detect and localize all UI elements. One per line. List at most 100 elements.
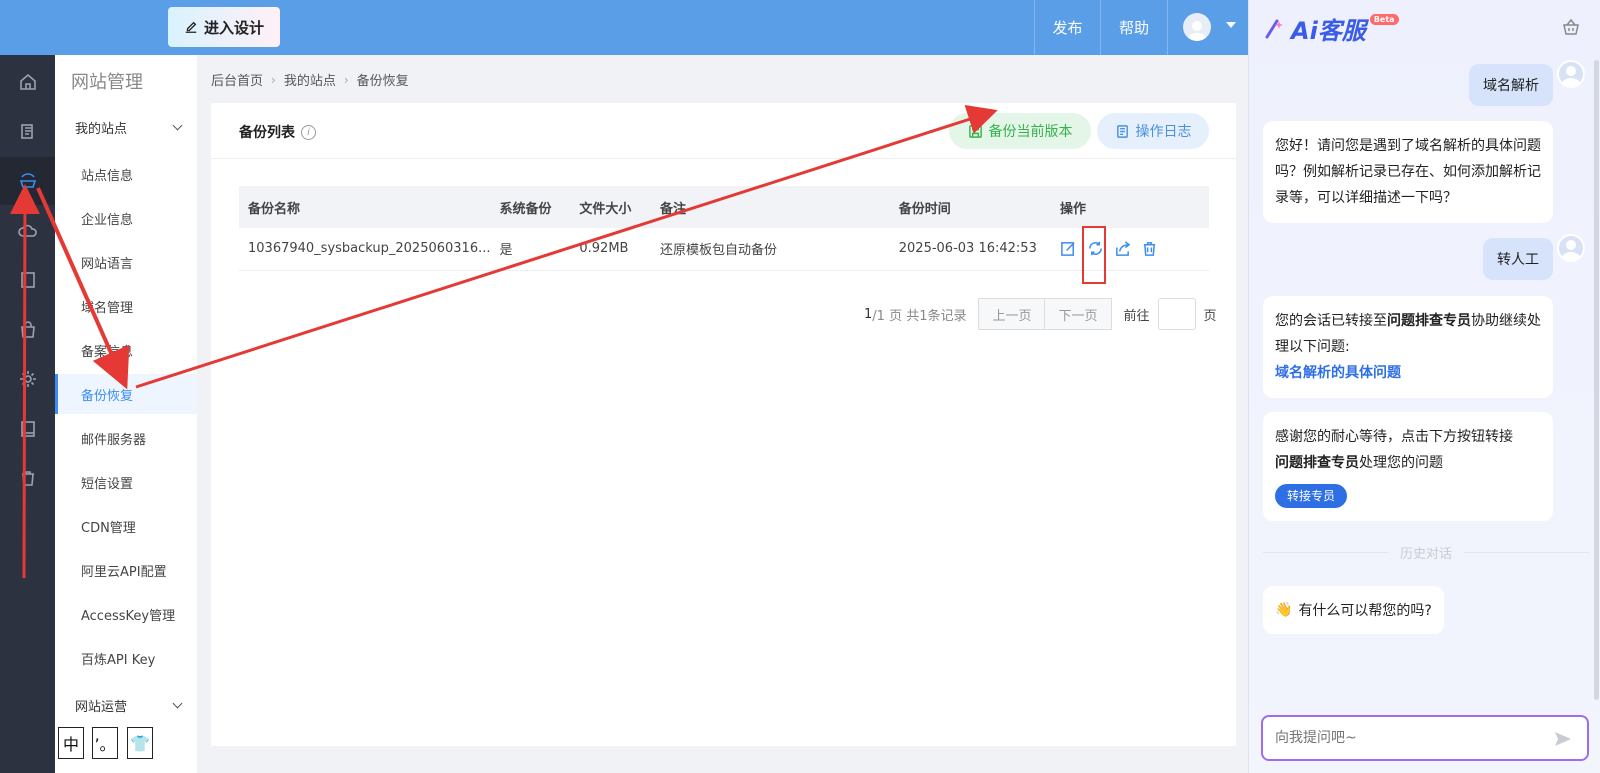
sidebar-item-cdn[interactable]: CDN管理: [55, 506, 198, 546]
user-message-text: 转人工: [1497, 252, 1539, 268]
chat-clear-button[interactable]: [1561, 17, 1581, 41]
publish-button[interactable]: 发布: [1034, 0, 1100, 55]
user-message: 转人工: [1483, 238, 1553, 280]
publish-label: 发布: [1052, 19, 1083, 37]
cell-backup-time: 2025-06-03 16:42:53: [889, 228, 1051, 271]
basket-icon: [1563, 18, 1579, 35]
operation-log-label: 操作日志: [1135, 124, 1192, 140]
bot-message: 您的会话已转接至问题排查专员协助继续处理以下问题: 域名解析的具体问题: [1263, 296, 1553, 398]
next-page-button[interactable]: 下一页: [1045, 298, 1112, 330]
sidebar-item-accesskey[interactable]: AccessKey管理: [55, 594, 198, 634]
rail-book[interactable]: [0, 256, 55, 304]
edit-icon: [185, 21, 197, 33]
bot-text: 处理您的问题: [1359, 455, 1443, 471]
rail-pages[interactable]: [0, 108, 55, 156]
rail-settings[interactable]: [0, 355, 55, 403]
col-header-size: 文件大小: [570, 186, 651, 228]
cell-backup-name: 10367940_sysbackup_2025060316...: [239, 228, 491, 271]
group-site-ops[interactable]: 网站运营: [75, 695, 185, 715]
rail-cloud[interactable]: [0, 207, 55, 255]
card-title: 备份列表 i: [239, 122, 316, 142]
pagination: 1 /1 页 共1条记录 上一页 下一页 前往 页: [864, 298, 1217, 330]
sidebar-item-label: 百炼API Key: [81, 652, 156, 668]
lang-box-punct[interactable]: ’。: [92, 727, 118, 759]
chat-input[interactable]: [1275, 730, 1535, 746]
sidebar-item-aliyun-api[interactable]: 阿里云API配置: [55, 550, 198, 590]
sidebar-item-company-info[interactable]: 企业信息: [55, 198, 198, 238]
enter-design-button[interactable]: 进入设计: [168, 7, 280, 47]
sidebar-item-icp[interactable]: 备案信息: [55, 330, 198, 370]
group-site-ops-label: 网站运营: [75, 699, 128, 715]
save-icon: [968, 124, 982, 138]
trash-icon[interactable]: [1141, 240, 1158, 257]
col-header-actions: 操作: [1050, 186, 1209, 228]
chat-brand: Ai客服 Beta: [1263, 11, 1399, 46]
backup-current-button[interactable]: 备份当前版本: [949, 113, 1091, 149]
user-icon: [1187, 21, 1207, 41]
sidebar-item-label: 邮件服务器: [81, 432, 147, 448]
chevron-down-icon[interactable]: [1226, 22, 1236, 28]
sidebar-item-bailian-key[interactable]: 百炼API Key: [55, 638, 198, 678]
sparkle-icon: [1265, 19, 1283, 38]
bot-greeting-text: 有什么可以帮您的吗?: [1298, 603, 1432, 619]
operation-log-button[interactable]: 操作日志: [1097, 113, 1209, 149]
prev-page-button[interactable]: 上一页: [978, 298, 1046, 330]
rail-bag[interactable]: [0, 306, 55, 354]
restore-highlight-box: [1082, 226, 1106, 284]
sidebar-item-label: 域名管理: [81, 300, 134, 316]
pages-icon: [20, 124, 33, 139]
share-icon[interactable]: [1114, 240, 1131, 257]
current-page: 1: [864, 306, 873, 322]
user-icon: [1561, 240, 1581, 260]
cell-file-size: 0.92MB: [570, 228, 651, 271]
bot-message: 感谢您的耐心等待，点击下方按钮转接 问题排查专员处理您的问题 转接专员: [1263, 412, 1553, 521]
bot-message: 您好！请问您是遇到了域名解析的具体问题吗？例如解析记录已存在、如何添加解析记录等…: [1263, 121, 1553, 223]
goto-page-input[interactable]: [1157, 298, 1196, 330]
rail-trash[interactable]: [0, 454, 55, 502]
history-label: 历史对话: [1400, 547, 1453, 562]
edit-icon[interactable]: [1060, 240, 1077, 257]
document-icon: [1116, 124, 1128, 138]
ai-chat-panel: Ai客服 Beta 域名解析 您好！请问您是遇到了域名解析的具体问题吗？例如解析…: [1248, 0, 1600, 773]
table-header-row: 备份名称 系统备份 文件大小 备注 备份时间 操作: [239, 186, 1209, 228]
sidebar-item-mail-server[interactable]: 邮件服务器: [55, 418, 198, 458]
sidebar-item-label: AccessKey管理: [81, 608, 176, 624]
sidebar-item-site-language[interactable]: 网站语言: [55, 242, 198, 282]
cell-actions: [1050, 228, 1209, 271]
sidebar-item-label: 备份恢复: [81, 388, 134, 404]
breadcrumb-home[interactable]: 后台首页: [211, 70, 263, 89]
lang-box-skin[interactable]: 👕: [127, 727, 153, 759]
chat-scrollbar[interactable]: [1594, 60, 1599, 700]
rail-home[interactable]: [0, 58, 55, 106]
send-icon[interactable]: [1553, 729, 1573, 749]
enter-design-label: 进入设计: [203, 18, 264, 37]
sidebar-item-backup[interactable]: 备份恢复: [55, 374, 198, 414]
sidebar-item-label: 站点信息: [81, 168, 134, 184]
issue-link[interactable]: 域名解析的具体问题: [1275, 365, 1401, 381]
user-avatar: [1557, 60, 1585, 88]
sidebar-item-sms[interactable]: 短信设置: [55, 462, 198, 502]
sidebar-item-label: 短信设置: [81, 476, 134, 492]
page-total-text: /1 页 共1条记录: [872, 308, 967, 324]
help-button[interactable]: 帮助: [1100, 0, 1167, 55]
rail-site[interactable]: [0, 157, 55, 205]
group-my-sites[interactable]: 我的站点: [75, 117, 185, 137]
secondary-sidebar: 网站管理 我的站点 站点信息 企业信息 网站语言 域名管理 备案信息 备份恢复 …: [55, 55, 198, 773]
sidebar-item-site-info[interactable]: 站点信息: [55, 154, 198, 194]
lang-box-chinese[interactable]: 中: [58, 727, 84, 759]
group-my-sites-label: 我的站点: [75, 121, 128, 137]
avatar[interactable]: [1183, 13, 1211, 41]
chevron-down-icon: [172, 120, 183, 130]
sidebar-item-label: 备案信息: [81, 344, 134, 360]
info-icon[interactable]: i: [301, 124, 316, 140]
page-unit-label: 页: [1203, 308, 1217, 324]
bot-text: 感谢您的耐心等待，点击下方按钮转接: [1275, 429, 1513, 445]
rail-manual[interactable]: [0, 405, 55, 453]
user-avatar: [1557, 234, 1585, 262]
sidebar-item-label: 阿里云API配置: [81, 564, 167, 580]
sidebar-item-domain[interactable]: 域名管理: [55, 286, 198, 326]
breadcrumb-my-sites[interactable]: 我的站点: [284, 70, 336, 89]
backup-table: 备份名称 系统备份 文件大小 备注 备份时间 操作 10367940_sysba…: [239, 186, 1209, 271]
sidebar-item-label: 网站语言: [81, 256, 134, 272]
transfer-agent-button[interactable]: 转接专员: [1275, 484, 1348, 508]
